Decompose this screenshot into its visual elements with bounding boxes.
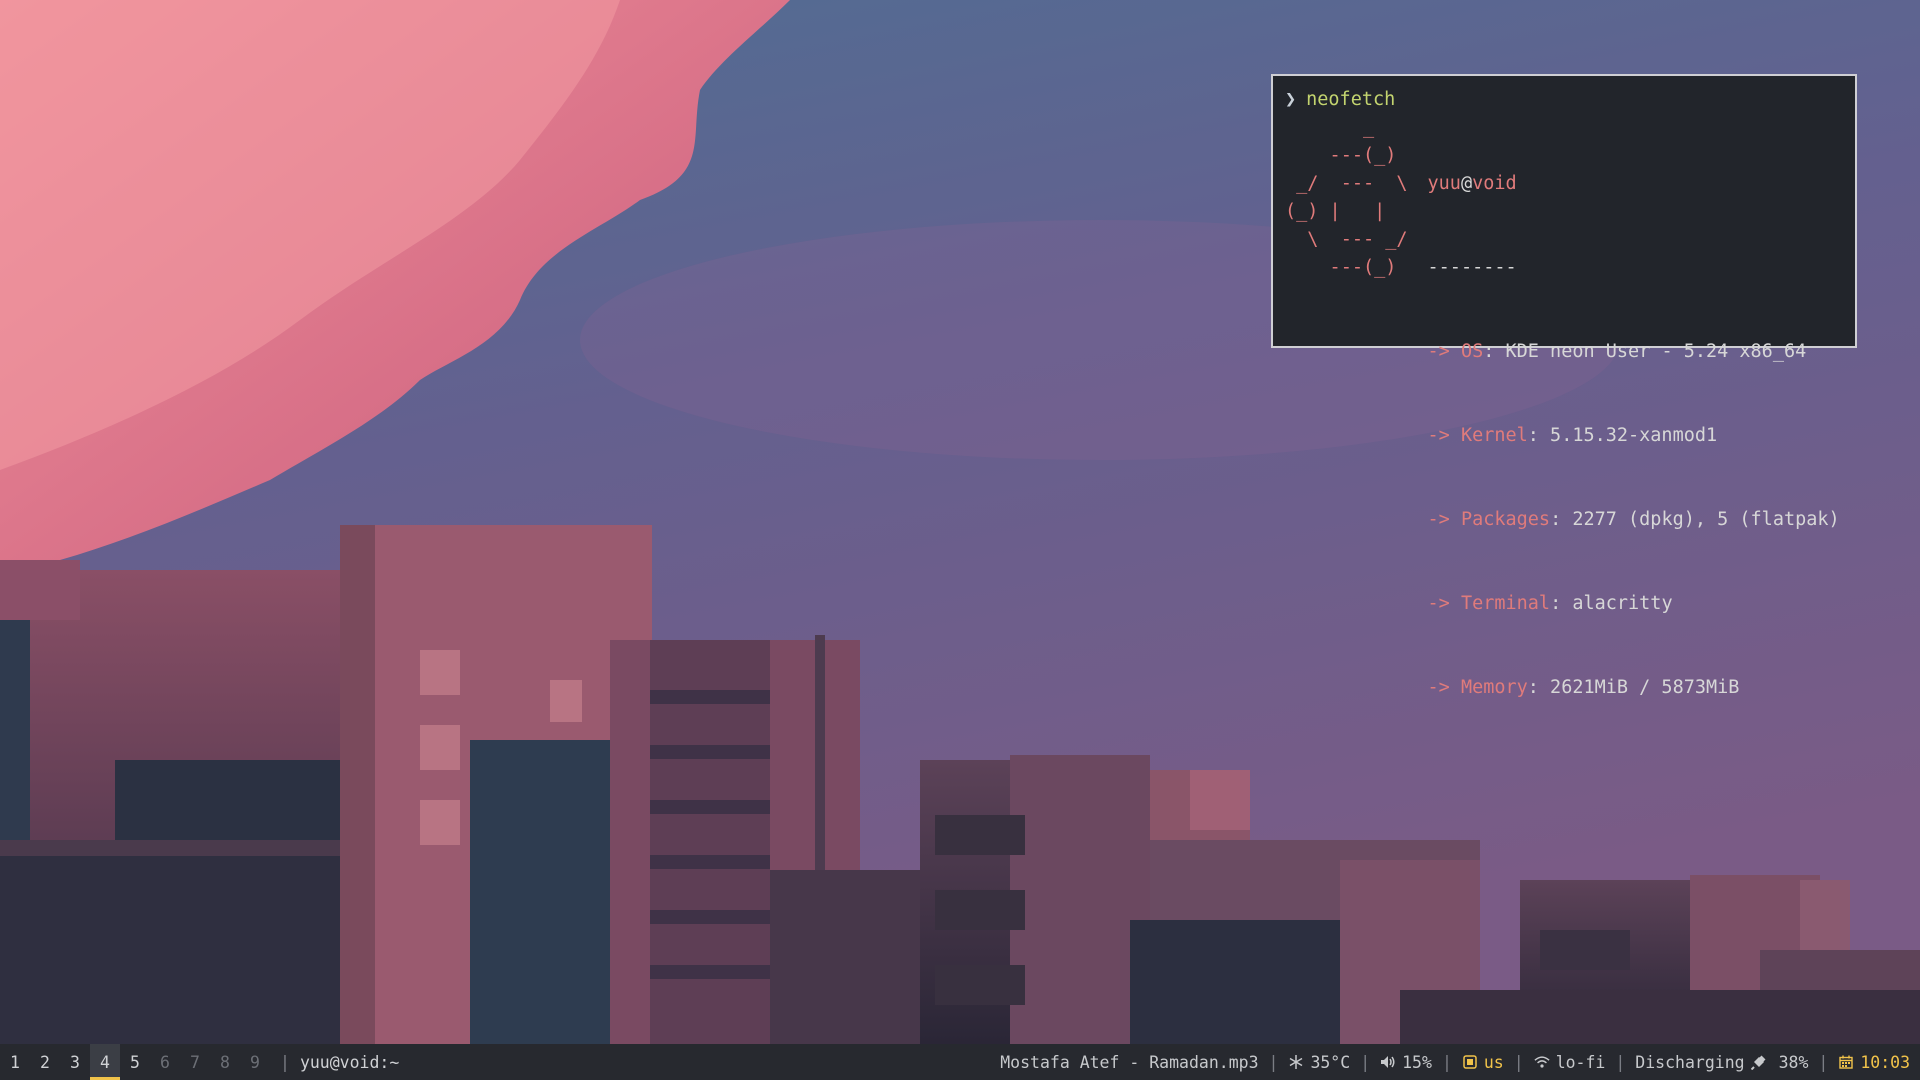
workspace-2[interactable]: 2 [30,1044,60,1080]
separator: | [1615,1052,1626,1072]
window-title: yuu@void:~ [299,1052,400,1072]
clock-time: 10:03 [1860,1052,1910,1072]
keyboard-layout: us [1483,1052,1504,1072]
info-key: Kernel [1460,425,1528,446]
prompt-symbol: ❯ [1285,89,1297,110]
volume-value: 15% [1402,1052,1432,1072]
terminal-window[interactable]: ❯ neofetch _ ---(_) _/ --- \ (_) | | \ --… [1271,74,1857,698]
separator: | [1360,1052,1371,1072]
volume-module[interactable]: 15% [1380,1053,1432,1072]
info-value: : 2277 (dpkg), 5 (flatpak) [1550,509,1840,530]
info-value: : 5.15.32-xanmod1 [1527,425,1718,446]
battery-module: Discharging 38% [1635,1053,1808,1072]
keyboard-module[interactable]: us [1462,1053,1504,1072]
info-arrow: -> [1427,677,1450,698]
info-packages: -> Packages: 2277 (dpkg), 5 (flatpak) [1428,506,1840,534]
host-name: void [1472,173,1517,194]
workspace-6[interactable]: 6 [150,1044,180,1080]
network-name: lo-fi [1555,1052,1606,1072]
separator: | [1441,1052,1452,1072]
at-sign: @ [1460,173,1473,194]
wifi-icon [1534,1054,1550,1070]
info-value: : KDE neon User - 5.24 x86_64 [1483,341,1807,362]
separator: | [1818,1052,1829,1072]
prompt-line: ❯ neofetch [1285,86,1843,114]
temperature-module: 35°C [1288,1053,1350,1072]
info-arrow: -> [1427,425,1450,446]
info-value: : 2621MiB / 5873MiB [1527,677,1740,698]
separator: | [280,1052,290,1072]
neofetch-output: _ ---(_) _/ --- \ (_) | | \ --- _/ ---(_… [1285,114,1843,758]
speaker-icon [1380,1054,1396,1070]
workspace-list: 1 2 3 4 5 6 7 8 9 [0,1044,270,1080]
media-title: Mostafa Atef - Ramadan.mp3 [1000,1052,1259,1072]
battery-level: 38% [1778,1052,1809,1072]
info-key: Terminal [1460,593,1551,614]
workspace-5[interactable]: 5 [120,1044,150,1080]
calendar-icon [1838,1054,1854,1070]
battery-status: Discharging [1635,1052,1745,1072]
media-module[interactable]: Mostafa Atef - Ramadan.mp3 [1000,1053,1258,1072]
info-arrow: -> [1427,509,1450,530]
workspace-8[interactable]: 8 [210,1044,240,1080]
distro-logo-ascii: _ ---(_) _/ --- \ (_) | | \ --- _/ ---(_… [1285,117,1408,278]
info-os: -> OS: KDE neon User - 5.24 x86_64 [1428,338,1840,366]
separator: | [1513,1052,1524,1072]
workspace-1[interactable]: 1 [0,1044,30,1080]
info-key: Memory [1460,677,1528,698]
info-value: : alacritty [1550,593,1673,614]
command-text: neofetch [1306,89,1396,110]
user-name: yuu [1427,173,1461,194]
status-modules: Mostafa Atef - Ramadan.mp3 | 35°C | 15% … [1000,1053,1920,1072]
info-kernel: -> Kernel: 5.15.32-xanmod1 [1428,422,1840,450]
workspace-4-active[interactable]: 4 [90,1044,120,1080]
snowflake-icon [1288,1054,1304,1070]
network-module[interactable]: lo-fi [1534,1052,1606,1072]
info-terminal: -> Terminal: alacritty [1428,590,1840,618]
workspace-3[interactable]: 3 [60,1044,90,1080]
clock-module[interactable]: 10:03 [1838,1053,1910,1072]
workspace-7[interactable]: 7 [180,1044,210,1080]
separator: | [1268,1052,1279,1072]
status-bar: 1 2 3 4 5 6 7 8 9 | yuu@void:~ Mostafa A… [0,1044,1920,1080]
workspace-9[interactable]: 9 [240,1044,270,1080]
info-key: Packages [1460,509,1551,530]
info-arrow: -> [1427,341,1450,362]
info-arrow: -> [1427,593,1450,614]
user-host-line: yuu@void [1428,170,1840,198]
system-info: yuu@void -------- -> OS: KDE neon User -… [1428,114,1840,758]
info-key: OS [1460,341,1484,362]
temperature-value: 35°C [1310,1052,1351,1072]
info-memory: -> Memory: 2621MiB / 5873MiB [1428,674,1840,702]
title-underline: -------- [1427,257,1517,278]
plug-icon [1750,1054,1767,1070]
keyboard-icon [1462,1054,1478,1070]
